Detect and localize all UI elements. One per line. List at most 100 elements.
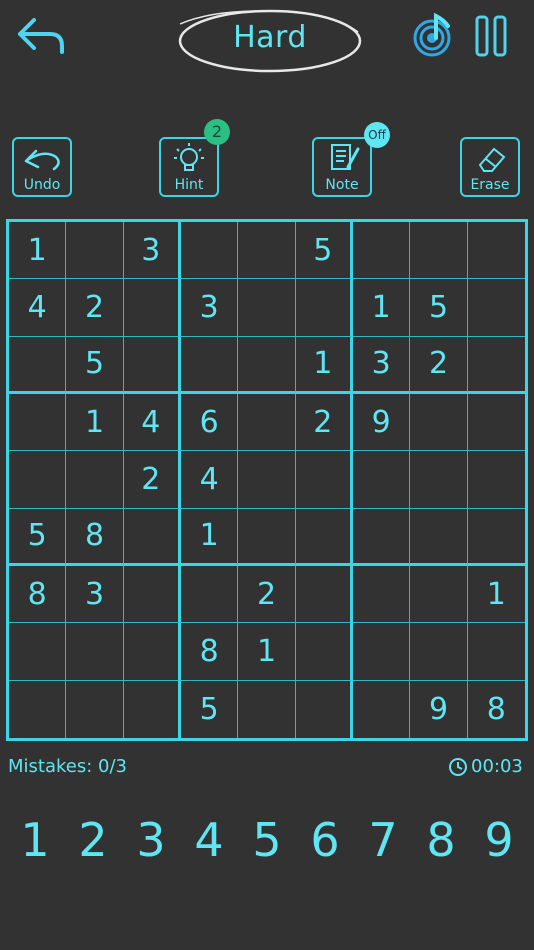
- board-cell[interactable]: 1: [180, 508, 239, 566]
- board-cell[interactable]: [467, 279, 525, 337]
- board-cell[interactable]: 3: [66, 565, 124, 624]
- board-cell[interactable]: [123, 565, 181, 624]
- note-button[interactable]: Note: [312, 137, 372, 197]
- number-button-8[interactable]: 8: [416, 813, 466, 867]
- board-cell[interactable]: [467, 451, 525, 509]
- board-cell[interactable]: [66, 451, 124, 509]
- board-cell[interactable]: [352, 222, 411, 280]
- board-cell[interactable]: 2: [123, 451, 181, 509]
- board-cell[interactable]: 2: [410, 336, 468, 394]
- number-button-6[interactable]: 6: [300, 813, 350, 867]
- board-cell[interactable]: 4: [180, 451, 239, 509]
- board-cell[interactable]: [66, 222, 124, 280]
- number-button-4[interactable]: 4: [184, 813, 234, 867]
- board-cell[interactable]: 5: [181, 680, 239, 738]
- pause-button[interactable]: [474, 14, 510, 58]
- board-cell[interactable]: [238, 680, 296, 738]
- board-cell[interactable]: [66, 680, 124, 738]
- board-cell[interactable]: [123, 508, 181, 566]
- board-cell[interactable]: [295, 623, 353, 681]
- board-cell[interactable]: [238, 279, 296, 337]
- board-cell[interactable]: [238, 336, 296, 394]
- board-cell[interactable]: [352, 565, 411, 624]
- music-toggle-button[interactable]: [412, 12, 456, 58]
- board-cell[interactable]: 1: [238, 623, 296, 681]
- board-cell[interactable]: 2: [238, 565, 296, 624]
- board-cell[interactable]: [9, 623, 67, 681]
- board-cell[interactable]: [238, 222, 296, 280]
- board-cell[interactable]: [467, 509, 525, 566]
- board-cell[interactable]: [295, 508, 353, 566]
- board-cell[interactable]: [410, 451, 468, 509]
- board-cell[interactable]: 2: [295, 393, 353, 452]
- board-cell[interactable]: [123, 336, 181, 394]
- board-cell[interactable]: 5: [66, 336, 124, 394]
- board-cell[interactable]: [180, 222, 239, 280]
- board-cell[interactable]: 5: [9, 508, 67, 566]
- board-cell[interactable]: [467, 337, 525, 394]
- erase-button[interactable]: Erase: [460, 137, 520, 197]
- board-cell[interactable]: 3: [352, 336, 411, 394]
- board-cell[interactable]: [410, 508, 468, 566]
- note-state-badge: Off: [364, 122, 390, 148]
- board-cell[interactable]: [352, 623, 411, 681]
- board-cell[interactable]: 2: [66, 279, 124, 337]
- board-cell[interactable]: 1: [66, 393, 124, 452]
- board-cell[interactable]: [123, 279, 181, 337]
- board-cell[interactable]: [9, 393, 67, 452]
- board-cell[interactable]: [66, 623, 124, 681]
- hint-button[interactable]: Hint: [159, 137, 219, 197]
- board-cell[interactable]: 3: [123, 222, 181, 280]
- board-cell[interactable]: [295, 451, 353, 509]
- board-cell[interactable]: 9: [352, 393, 411, 452]
- board-cell[interactable]: [123, 623, 181, 681]
- board-cell[interactable]: 4: [123, 393, 181, 452]
- board-cell[interactable]: [467, 394, 525, 452]
- undo-button[interactable]: Undo: [12, 137, 72, 197]
- board-cell[interactable]: [295, 565, 353, 624]
- number-button-7[interactable]: 7: [358, 813, 408, 867]
- lightbulb-icon: [174, 143, 204, 171]
- board-cell[interactable]: 9: [410, 680, 468, 738]
- board-cell[interactable]: [9, 336, 67, 394]
- board-cell[interactable]: 8: [9, 565, 67, 624]
- board-cell[interactable]: [238, 451, 296, 509]
- board-cell[interactable]: [467, 222, 525, 280]
- number-button-9[interactable]: 9: [474, 813, 524, 867]
- number-button-1[interactable]: 1: [10, 813, 60, 867]
- board-cell[interactable]: 4: [9, 279, 67, 337]
- board-cell[interactable]: [410, 393, 468, 452]
- board-cell[interactable]: [410, 623, 468, 681]
- board-cell[interactable]: [353, 680, 411, 738]
- board-cell[interactable]: 8: [468, 681, 525, 738]
- number-button-3[interactable]: 3: [126, 813, 176, 867]
- board-cell[interactable]: 3: [180, 279, 239, 337]
- board-cell[interactable]: [124, 680, 181, 738]
- board-cell[interactable]: 1: [467, 566, 525, 624]
- board-cell[interactable]: [9, 451, 67, 509]
- board-cell[interactable]: [295, 279, 353, 337]
- board-cell[interactable]: 6: [180, 393, 239, 452]
- number-button-2[interactable]: 2: [68, 813, 118, 867]
- board-cell[interactable]: [467, 623, 525, 681]
- back-button[interactable]: [14, 14, 68, 58]
- board-cell[interactable]: [180, 565, 239, 624]
- board-cell[interactable]: 1: [9, 222, 67, 280]
- number-button-5[interactable]: 5: [242, 813, 292, 867]
- board-cell[interactable]: [410, 565, 468, 624]
- hint-label: Hint: [174, 177, 204, 193]
- board-cell[interactable]: [410, 222, 468, 280]
- board-cell[interactable]: [352, 508, 411, 566]
- board-cell[interactable]: [352, 451, 411, 509]
- board-cell[interactable]: 5: [410, 279, 468, 337]
- board-cell[interactable]: 5: [295, 222, 353, 280]
- board-cell[interactable]: 8: [180, 623, 239, 681]
- board-cell[interactable]: [238, 508, 296, 566]
- board-cell[interactable]: [9, 680, 67, 738]
- board-cell[interactable]: 1: [295, 336, 353, 394]
- board-cell[interactable]: [180, 336, 239, 394]
- board-cell[interactable]: 1: [352, 279, 411, 337]
- board-cell[interactable]: [238, 393, 296, 452]
- board-cell[interactable]: 8: [66, 508, 124, 566]
- board-cell[interactable]: [296, 680, 353, 738]
